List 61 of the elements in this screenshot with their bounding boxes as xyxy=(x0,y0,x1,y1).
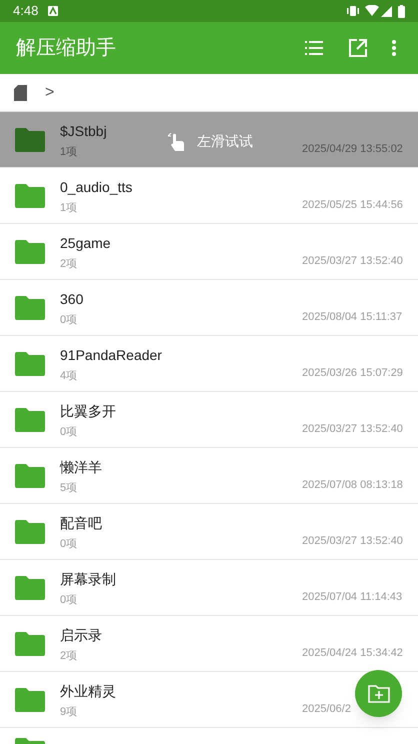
open-external-icon xyxy=(349,39,367,57)
wifi-icon xyxy=(365,5,379,17)
folder-icon xyxy=(15,576,45,600)
modified-date: 2025/04/29 13:55:02 xyxy=(302,142,403,156)
signal-icon xyxy=(381,6,392,16)
modified-date: 2025/04/24 15:34:42 xyxy=(302,646,403,660)
item-count: 0项 xyxy=(60,425,78,440)
item-count: 1项 xyxy=(60,201,78,216)
item-count: 0项 xyxy=(60,313,78,328)
folder-icon xyxy=(15,128,45,152)
status-time: 4:48 xyxy=(13,2,38,20)
folder-icon xyxy=(15,184,45,208)
folder-name: 360 xyxy=(60,290,84,309)
list-icon xyxy=(305,40,323,56)
modified-date: 2025/03/26 15:07:29 xyxy=(302,366,403,380)
item-count: 4项 xyxy=(60,369,78,384)
modified-date: 2025/05/25 15:44:56 xyxy=(302,198,403,212)
battery-icon xyxy=(398,4,405,18)
folder-name: 0_audio_tts xyxy=(60,178,132,197)
sd-card-icon[interactable] xyxy=(14,84,27,100)
item-count: 0项 xyxy=(60,537,78,552)
item-count: 9项 xyxy=(60,705,78,720)
swipe-hand-icon xyxy=(168,132,185,150)
folder-icon xyxy=(15,520,45,544)
modified-date: 2025/08/04 15:11:37 xyxy=(302,310,402,324)
folder-icon xyxy=(15,408,45,432)
folder-icon xyxy=(15,464,45,488)
vibrate-icon xyxy=(346,5,360,17)
notification-icon xyxy=(48,6,58,16)
breadcrumb-separator: > xyxy=(45,82,54,102)
folder-icon xyxy=(15,632,45,656)
folder-name: 配音吧 xyxy=(60,514,102,533)
folder-icon xyxy=(15,352,45,376)
more-icon xyxy=(392,40,396,56)
swipe-hint: 左滑试试 xyxy=(197,132,253,151)
item-count: 2项 xyxy=(60,649,78,664)
folder-name: $JStbbj xyxy=(60,122,107,141)
folder-row[interactable]: $JStbbj 1项 左滑试试 2025/04/29 13:55:02 xyxy=(0,112,418,168)
folder-name: 外业精灵 xyxy=(60,682,116,701)
folder-name: 屏幕录制 xyxy=(60,570,116,589)
folder-icon xyxy=(15,240,45,264)
item-count: 5项 xyxy=(60,481,78,496)
item-count: 0项 xyxy=(60,593,78,608)
item-count: 2项 xyxy=(60,257,78,272)
modified-date: 2025/07/08 08:13:18 xyxy=(302,478,403,492)
folder-name: 25game xyxy=(60,234,111,253)
folder-name: 91PandaReader xyxy=(60,346,162,365)
modified-date: 2025/03/27 13:52:40 xyxy=(302,254,403,268)
item-count: 1项 xyxy=(60,145,78,160)
folder-icon xyxy=(15,738,45,744)
folder-name: 比翼多开 xyxy=(60,402,116,421)
folder-icon xyxy=(15,296,45,320)
modified-date: 2025/03/27 13:52:40 xyxy=(302,534,403,548)
folder-name: 懒洋羊 xyxy=(60,458,102,477)
folder-plus-icon xyxy=(368,684,390,702)
modified-date: 2025/03/27 13:52:40 xyxy=(302,422,403,436)
folder-icon xyxy=(15,688,45,712)
modified-date: 2025/06/2 xyxy=(302,702,351,716)
app-title: 解压缩助手 xyxy=(16,36,117,61)
folder-name: 启示录 xyxy=(60,626,102,645)
modified-date: 2025/07/04 11:14:43 xyxy=(302,590,402,604)
